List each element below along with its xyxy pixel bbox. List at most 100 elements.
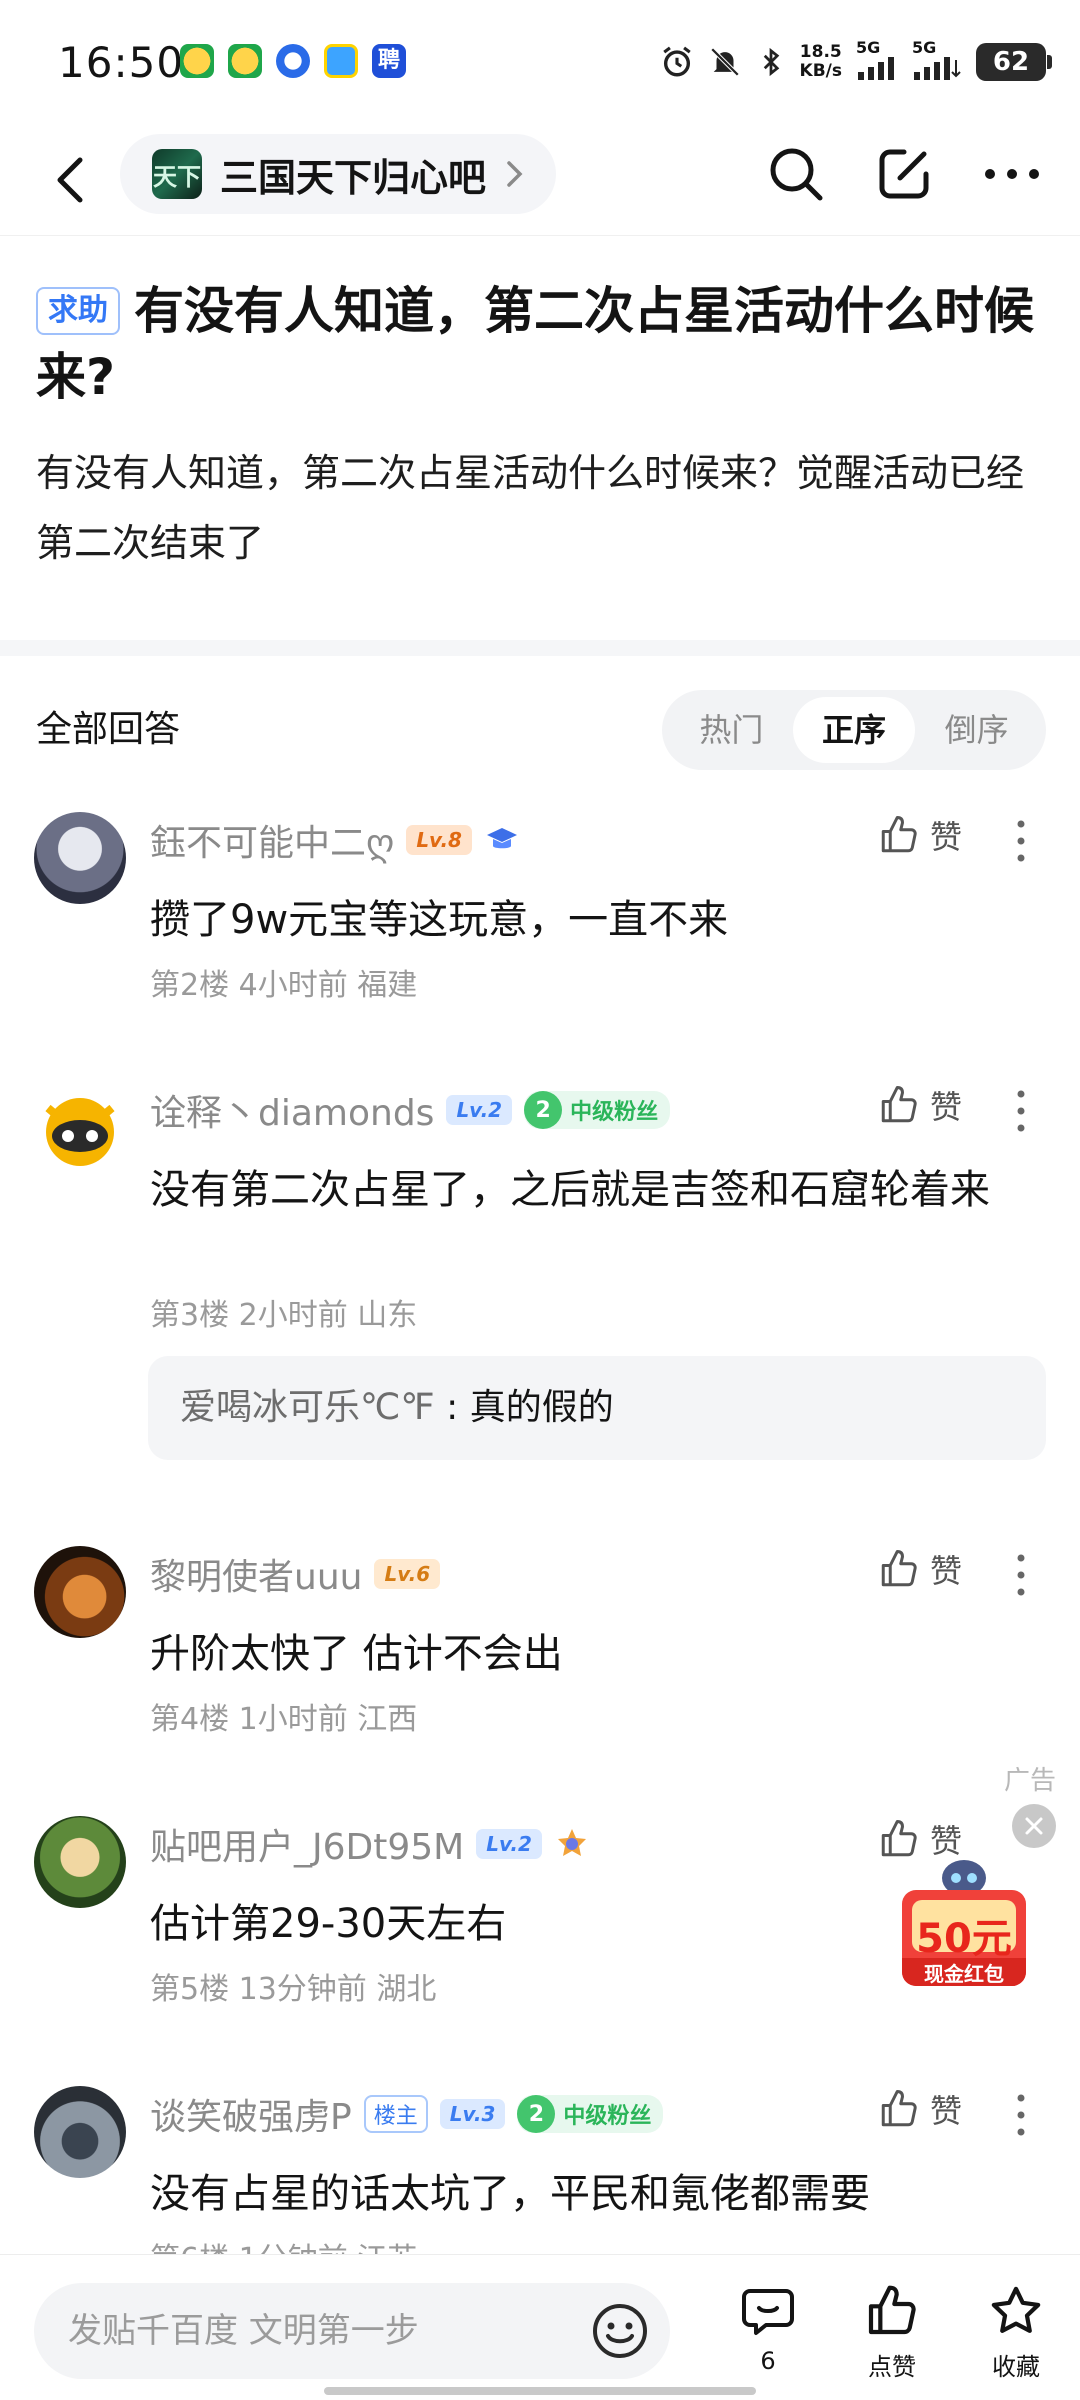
sort-hot[interactable]: 热门	[670, 697, 793, 763]
battery-indicator: 62	[976, 43, 1052, 81]
comment-username[interactable]: 鈺不可能中二ღ	[150, 814, 394, 866]
thumbs-up-icon	[881, 816, 917, 853]
help-tag: 求助	[36, 287, 120, 335]
search-icon	[770, 148, 823, 201]
chat-app-icon	[324, 44, 358, 78]
comment-meta: 第5楼 13分钟前 湖北	[150, 1972, 437, 2007]
level-badge: Lv.3	[439, 2099, 506, 2129]
forum-logo: 天下	[152, 149, 202, 199]
star-icon	[991, 2286, 1041, 2333]
like-post-button[interactable]: 点赞	[842, 2283, 942, 2382]
signal-2: 5G	[912, 40, 962, 84]
music-app-icon-2	[228, 44, 262, 78]
alarm-icon	[660, 45, 694, 79]
sort-ascending[interactable]: 正序	[792, 697, 916, 763]
section-divider	[0, 640, 1080, 656]
post-title: 求助 有没有人知道，第二次占星活动什么时候来?	[36, 278, 1046, 410]
like-label: 赞	[930, 2092, 963, 2130]
like-label: 赞	[930, 1088, 963, 1126]
status-time: 16:50	[58, 38, 185, 87]
chevron-right-icon	[507, 161, 523, 187]
forum-link[interactable]: 天下 三国天下归心吧	[120, 134, 557, 214]
network-speed: 18.5 KB/s	[799, 42, 842, 81]
post-title-text: 有没有人知道，第二次占星活动什么时候来?	[36, 282, 1034, 406]
sort-descending[interactable]: 倒序	[915, 697, 1038, 763]
like-post-label: 点赞	[868, 2353, 916, 2381]
thumbs-up-icon	[881, 1550, 917, 1587]
comment-count: 6	[760, 2347, 776, 2375]
avatar[interactable]	[34, 1816, 126, 1908]
more-dots-icon	[985, 169, 1039, 179]
red-packet-ad[interactable]: 50元 现金红包	[896, 1850, 1032, 1990]
forum-name: 三国天下归心吧	[220, 155, 487, 200]
post-body: 有没有人知道，第二次占星活动什么时候来？觉醒活动已经第二次结束了	[36, 451, 1025, 565]
more-vertical-icon[interactable]	[1006, 816, 1036, 866]
more-vertical-icon[interactable]	[1006, 1086, 1036, 1136]
comment-meta: 第2楼 4小时前 福建	[150, 968, 418, 1003]
home-indicator[interactable]	[324, 2387, 756, 2395]
ad-amount: 50元	[916, 1916, 1012, 1962]
ad-label: 广告	[1004, 1766, 1057, 1796]
back-arrow-icon	[57, 157, 83, 203]
comment-meta: 第3楼 2小时前 山东	[150, 1298, 418, 1333]
bluetooth-icon	[756, 44, 786, 80]
reply-input[interactable]: 发贴千百度 文明第一步	[34, 2283, 670, 2379]
thumbs-up-icon	[881, 1086, 917, 1123]
signal-bars-icon	[914, 57, 961, 80]
like-button[interactable]: 赞	[878, 812, 962, 858]
avatar[interactable]	[34, 812, 126, 904]
level-badge: Lv.2	[476, 1829, 542, 1859]
like-button[interactable]: 赞	[878, 1082, 962, 1128]
more-vertical-icon[interactable]	[1006, 1550, 1036, 1600]
answers-header: 全部回答 热门 正序 倒序	[36, 690, 1046, 770]
answers-title: 全部回答	[36, 709, 181, 750]
browser-app-icon	[276, 44, 310, 78]
notification-icons: 聘	[180, 44, 406, 78]
sort-toggle: 热门 正序 倒序	[662, 690, 1046, 770]
comment-text: 没有第二次占星了，之后就是吉签和石窟轮着来	[150, 1167, 990, 1213]
comment-username[interactable]: 黎明使者uuu	[150, 1548, 362, 1600]
edit-icon	[879, 149, 929, 199]
comment-username[interactable]: 贴吧用户_J6Dt95M	[150, 1818, 464, 1870]
back-button[interactable]	[44, 150, 104, 210]
star-badge-icon	[557, 1829, 586, 1856]
more-options-button[interactable]	[980, 142, 1044, 206]
graduate-badge-icon	[486, 828, 517, 849]
level-badge: Lv.8	[406, 825, 472, 855]
comment-username[interactable]: 谈笑破强虏P	[150, 2088, 352, 2140]
like-button[interactable]: 赞	[878, 1546, 962, 1592]
comment-text: 没有占星的话太坑了，平民和氪佬都需要	[150, 2171, 870, 2217]
top-nav-bar: 天下 三国天下归心吧	[0, 130, 1080, 236]
ad-caption: 现金红包	[924, 1962, 1004, 1986]
favorite-button[interactable]: 收藏	[966, 2283, 1066, 2382]
like-label: 赞	[930, 1552, 963, 1590]
ad-close-button[interactable]	[1012, 1804, 1056, 1848]
search-button[interactable]	[764, 142, 828, 206]
reply-username: 爱喝冰可乐℃℉	[180, 1387, 435, 1428]
level-badge: Lv.6	[374, 1559, 441, 1589]
signal-bars-icon	[858, 57, 894, 80]
like-label: 赞	[930, 818, 963, 856]
fan-badge: 2 中级粉丝	[517, 2095, 664, 2133]
write-post-button[interactable]	[872, 142, 936, 206]
bottom-action-bar: 发贴千百度 文明第一步 6 点赞 收藏	[0, 2254, 1080, 2400]
reply-preview[interactable]: 爱喝冰可乐℃℉ : 真的假的	[148, 1356, 1046, 1460]
avatar[interactable]	[34, 2086, 126, 2178]
emoji-icon[interactable]	[590, 2301, 650, 2361]
comment-text: 升阶太快了 估计不会出	[150, 1631, 563, 1677]
level-badge: Lv.2	[446, 1095, 513, 1125]
comments-button[interactable]: 6	[718, 2283, 818, 2375]
more-vertical-icon[interactable]	[1006, 2090, 1036, 2140]
post: 求助 有没有人知道，第二次占星活动什么时候来? 有没有人知道，第二次占星活动什么时…	[36, 278, 1046, 578]
close-icon	[1025, 1817, 1043, 1835]
comment-username[interactable]: 诠释丶diamonds	[150, 1084, 434, 1136]
favorite-label: 收藏	[992, 2353, 1040, 2381]
avatar[interactable]	[34, 1546, 126, 1638]
music-app-icon	[180, 44, 214, 78]
fan-badge: 2 中级粉丝	[524, 1091, 671, 1129]
like-button[interactable]: 赞	[878, 2086, 962, 2132]
comment-meta: 第4楼 1小时前 江西	[150, 1702, 418, 1737]
avatar[interactable]	[34, 1082, 126, 1174]
op-tag: 楼主	[363, 2095, 428, 2133]
reply-input-placeholder: 发贴千百度 文明第一步	[68, 2311, 419, 2351]
